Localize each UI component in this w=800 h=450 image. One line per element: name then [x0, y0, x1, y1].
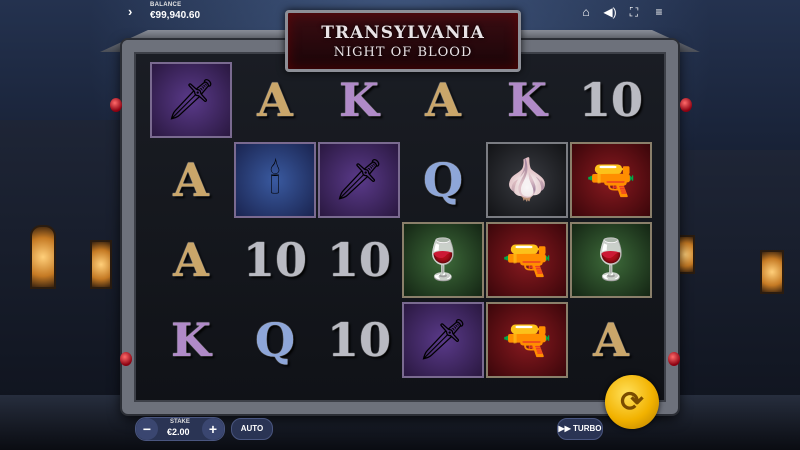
reels-grid: 🗡 A A K A 🕯 10 Q K 🗡 10 10 A Q 🍷 🗡 K 🧄 🔫 🔫 10 🔫 🍷 A	[150, 62, 652, 378]
frame-gem-bottom-left	[120, 352, 132, 366]
increase-stake-button[interactable]: +	[202, 418, 224, 440]
expand-arrow-icon[interactable]: ›	[128, 4, 132, 19]
reel-1-row-1-symbol: 🗡	[150, 62, 232, 138]
turbo-label: TURBO	[573, 424, 602, 433]
candelabra-icon: 🕯	[269, 158, 281, 202]
auto-button[interactable]: AUTO	[231, 418, 273, 440]
reel-4-row-4-symbol: 🗡	[402, 302, 484, 378]
reel-2-row-1-symbol: A	[234, 62, 316, 138]
left-window-2	[90, 240, 112, 289]
symbol-a: A	[425, 73, 461, 127]
spin-button[interactable]: ⟳	[605, 375, 659, 429]
reel-4-row-2-symbol: Q	[402, 142, 484, 218]
garlic-icon: 🧄	[502, 158, 552, 202]
symbol-q: Q	[422, 153, 464, 207]
dagger-icon: 🗡	[417, 318, 469, 362]
reel-4-row-3-symbol: 🍷	[402, 222, 484, 298]
reel-6-row-1-symbol: 10	[570, 62, 652, 138]
reel-6-row-3-symbol: 🍷	[570, 222, 652, 298]
sound-icon[interactable]: ◀)	[602, 4, 618, 20]
symbol-10: 10	[578, 73, 643, 127]
game-title: TRANSYLVANIA	[321, 23, 485, 43]
symbol-a: A	[173, 153, 209, 207]
reel-1-row-3-symbol: A	[150, 222, 232, 298]
fast-forward-icon: ▶▶	[558, 424, 571, 433]
stake-label: STAKE	[170, 419, 190, 425]
symbol-k: K	[171, 313, 211, 367]
reel-3-row-2-symbol: 🗡	[318, 142, 400, 218]
reel-6-row-2-symbol: 🔫	[570, 142, 652, 218]
symbol-q: Q	[254, 313, 296, 367]
symbol-a: A	[257, 73, 293, 127]
revolver-icon: 🔫	[586, 158, 636, 202]
right-window	[675, 235, 695, 274]
reel-3-row-3-symbol: 10	[318, 222, 400, 298]
hamburger-menu-icon[interactable]: ≡	[651, 4, 667, 20]
stake-value: €2.00	[167, 427, 190, 437]
right-lantern	[760, 250, 784, 294]
dagger-icon: 🗡	[333, 158, 385, 202]
symbol-10: 10	[326, 233, 391, 287]
spin-arrows-icon: ⟳	[620, 386, 644, 417]
reel-3-row-1-symbol: K	[318, 62, 400, 138]
frame-gem-bottom-right	[668, 352, 680, 366]
frame-gem-left	[110, 98, 122, 112]
game-scene: › BALANCE €99,940.60 ⌂ ◀) ⛶ ≡ TRANSYLVAN…	[0, 0, 800, 450]
fullscreen-icon[interactable]: ⛶	[626, 4, 642, 20]
stake-control: − STAKE €2.00 +	[135, 417, 225, 441]
reel-6-row-4-symbol: A	[570, 302, 652, 378]
reel-2-row-2-symbol: 🕯	[234, 142, 316, 218]
reel-2-row-3-symbol: 10	[234, 222, 316, 298]
reel-5-row-1-symbol: K	[486, 62, 568, 138]
reel-5-row-3-symbol: 🔫	[486, 222, 568, 298]
wine-icon: 🍷	[586, 238, 636, 282]
symbol-10: 10	[242, 233, 307, 287]
reel-1-row-2-symbol: A	[150, 142, 232, 218]
symbol-k: K	[339, 73, 379, 127]
balance-label: BALANCE	[150, 2, 182, 8]
reel-4-row-1-symbol: A	[402, 62, 484, 138]
game-subtitle: NIGHT OF BLOOD	[333, 45, 473, 60]
revolver-icon: 🔫	[502, 238, 552, 282]
reel-3-row-4-symbol: 10	[318, 302, 400, 378]
revolver-icon: 🔫	[502, 318, 552, 362]
dagger-icon: 🗡	[165, 78, 217, 122]
symbol-k: K	[507, 73, 547, 127]
symbol-a: A	[593, 313, 629, 367]
balance-value: €99,940.60	[150, 10, 201, 21]
left-window	[30, 225, 56, 289]
symbol-a: A	[173, 233, 209, 287]
reel-5-row-4-symbol: 🔫	[486, 302, 568, 378]
decrease-stake-button[interactable]: −	[136, 418, 158, 440]
frame-gem-right	[680, 98, 692, 112]
turbo-button[interactable]: ▶▶ TURBO	[557, 418, 603, 440]
wine-icon: 🍷	[418, 238, 468, 282]
reel-2-row-4-symbol: Q	[234, 302, 316, 378]
symbol-10: 10	[326, 313, 391, 367]
home-icon[interactable]: ⌂	[578, 4, 594, 20]
reel-1-row-4-symbol: K	[150, 302, 232, 378]
reel-5-row-2-symbol: 🧄	[486, 142, 568, 218]
